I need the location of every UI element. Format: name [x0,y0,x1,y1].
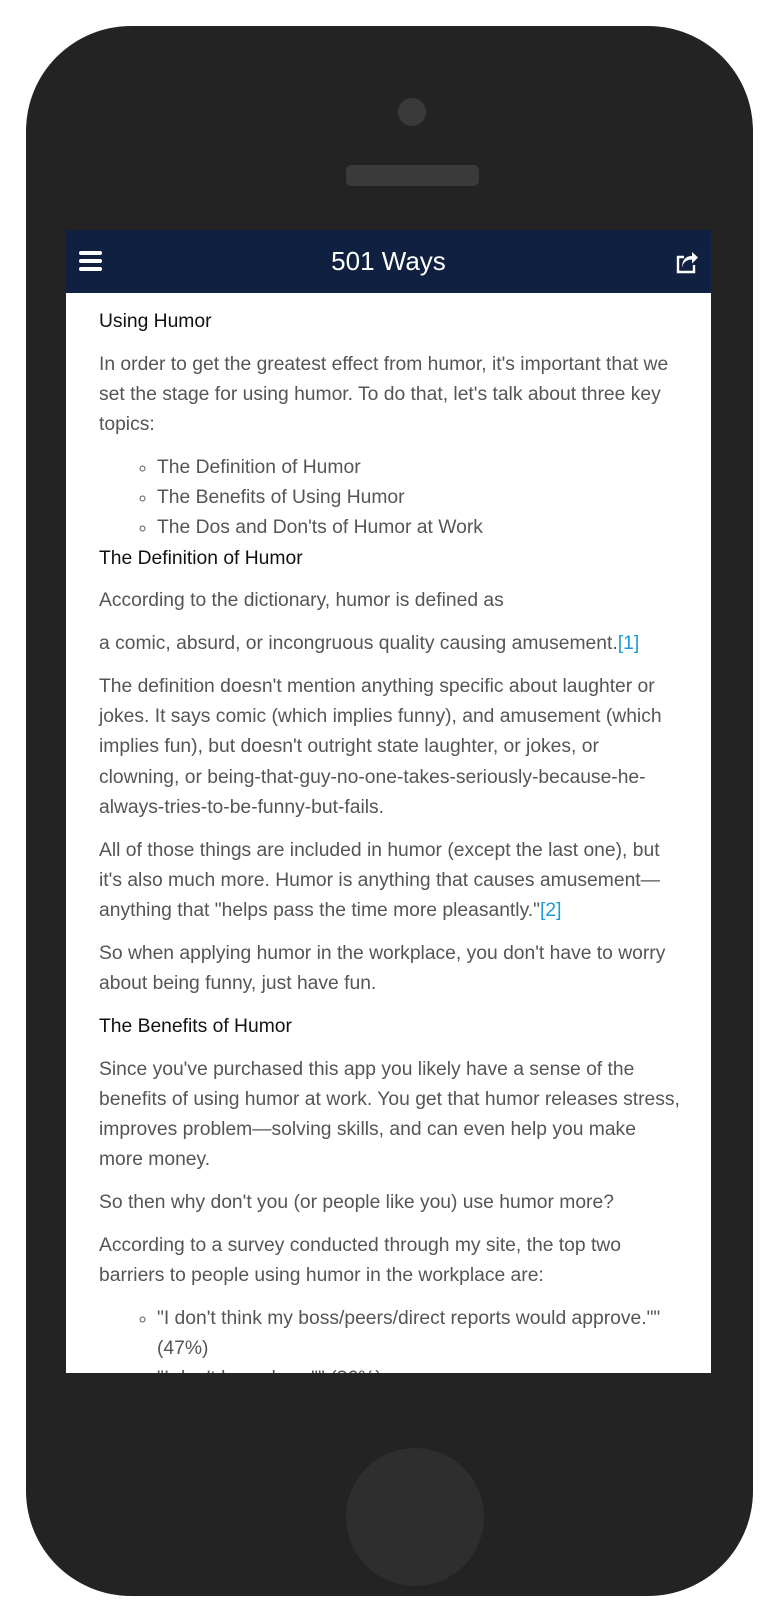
footnote-link-1[interactable]: [1] [618,633,639,654]
speaker-grille [346,165,479,186]
benefits-paragraph-1: Since you've purchased this app you like… [99,1058,680,1171]
definition-paragraph-3: All of those things are included in humo… [99,836,681,927]
topics-list: The Definition of Humor The Benefits of … [99,453,681,544]
section-heading-using-humor: Using Humor [99,311,212,332]
app-bar: 501 Ways [66,230,711,293]
definition-paragraph-2: The definition doesn't mention anything … [99,676,662,818]
list-item: The Dos and Don'ts of Humor at Work [157,513,681,543]
share-icon[interactable] [675,252,699,274]
list-item: "I don't think my boss/peers/direct repo… [157,1304,681,1364]
quote-text: a comic, absurd, or incongruous quality … [99,633,618,655]
definition-intro: According to the dictionary, humor is de… [99,590,504,612]
list-item: The Definition of Humor [157,453,681,483]
list-item: "I don't know how."" (36%) [157,1364,681,1373]
definition-quote: a comic, absurd, or incongruous quality … [99,629,681,659]
footnote-link-2[interactable]: [2] [540,900,561,921]
benefits-paragraph-2: So then why don't you (or people like yo… [99,1192,614,1214]
camera [398,98,426,126]
section-heading-benefits: The Benefits of Humor [99,1015,292,1037]
barriers-list: "I don't think my boss/peers/direct repo… [99,1304,681,1373]
app-screen: 501 Ways Using Humor In order to get the… [66,230,711,1373]
list-item: The Benefits of Using Humor [157,483,681,513]
app-title: 501 Ways [331,246,446,276]
intro-paragraph: In order to get the greatest effect from… [99,353,669,436]
definition-paragraph-4: So when applying humor in the workplace,… [99,942,666,995]
benefits-paragraph-3: According to a survey conducted through … [99,1234,621,1287]
article-content: Using Humor In order to get the greatest… [99,307,681,1373]
section-heading-definition: The Definition of Humor [99,547,303,569]
paragraph-text: All of those things are included in humo… [99,839,660,922]
home-button[interactable] [346,1448,484,1586]
